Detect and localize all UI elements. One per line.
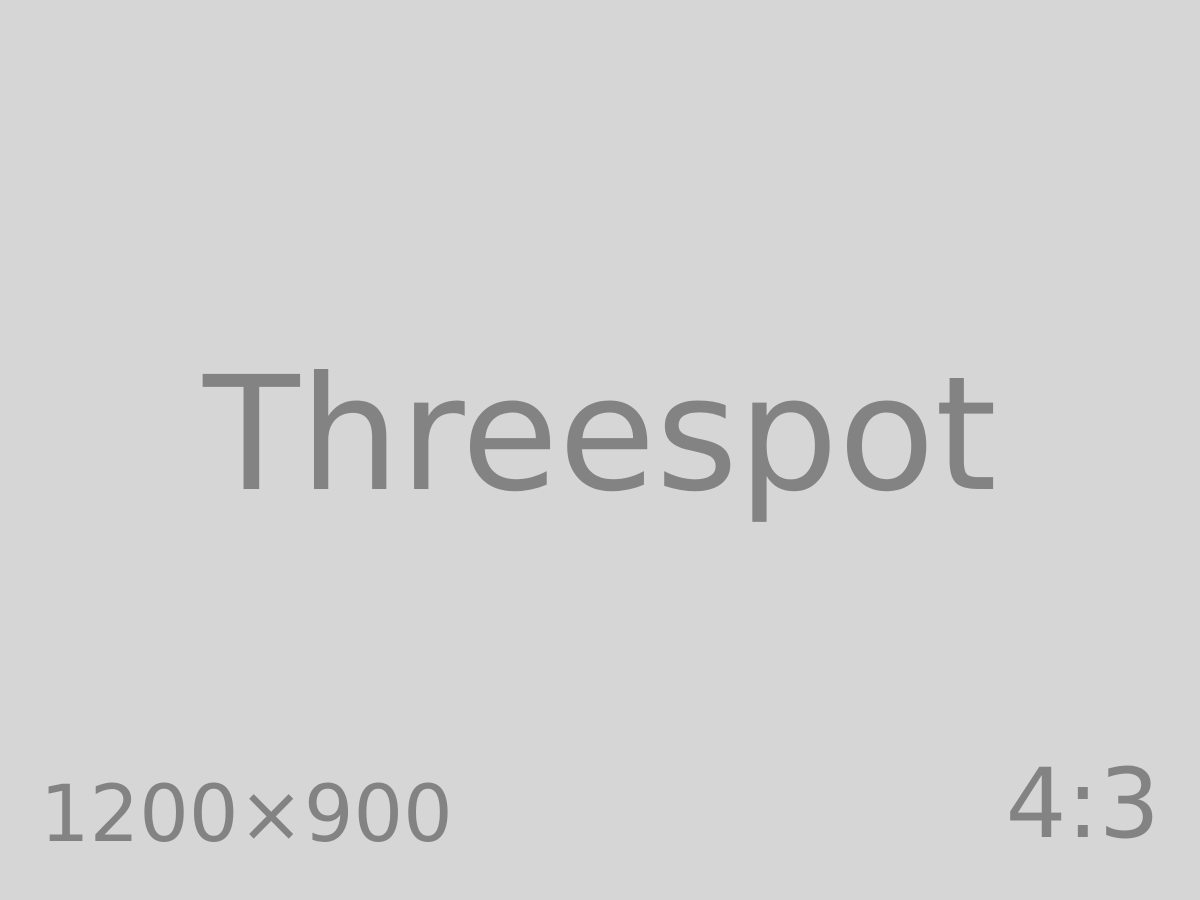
placeholder-title: Threespot bbox=[203, 343, 997, 527]
aspect-ratio-label: 4:3 bbox=[1005, 748, 1161, 860]
dimensions-label: 1200×900 bbox=[40, 770, 453, 860]
placeholder-canvas: Threespot 1200×900 4:3 bbox=[0, 0, 1200, 900]
